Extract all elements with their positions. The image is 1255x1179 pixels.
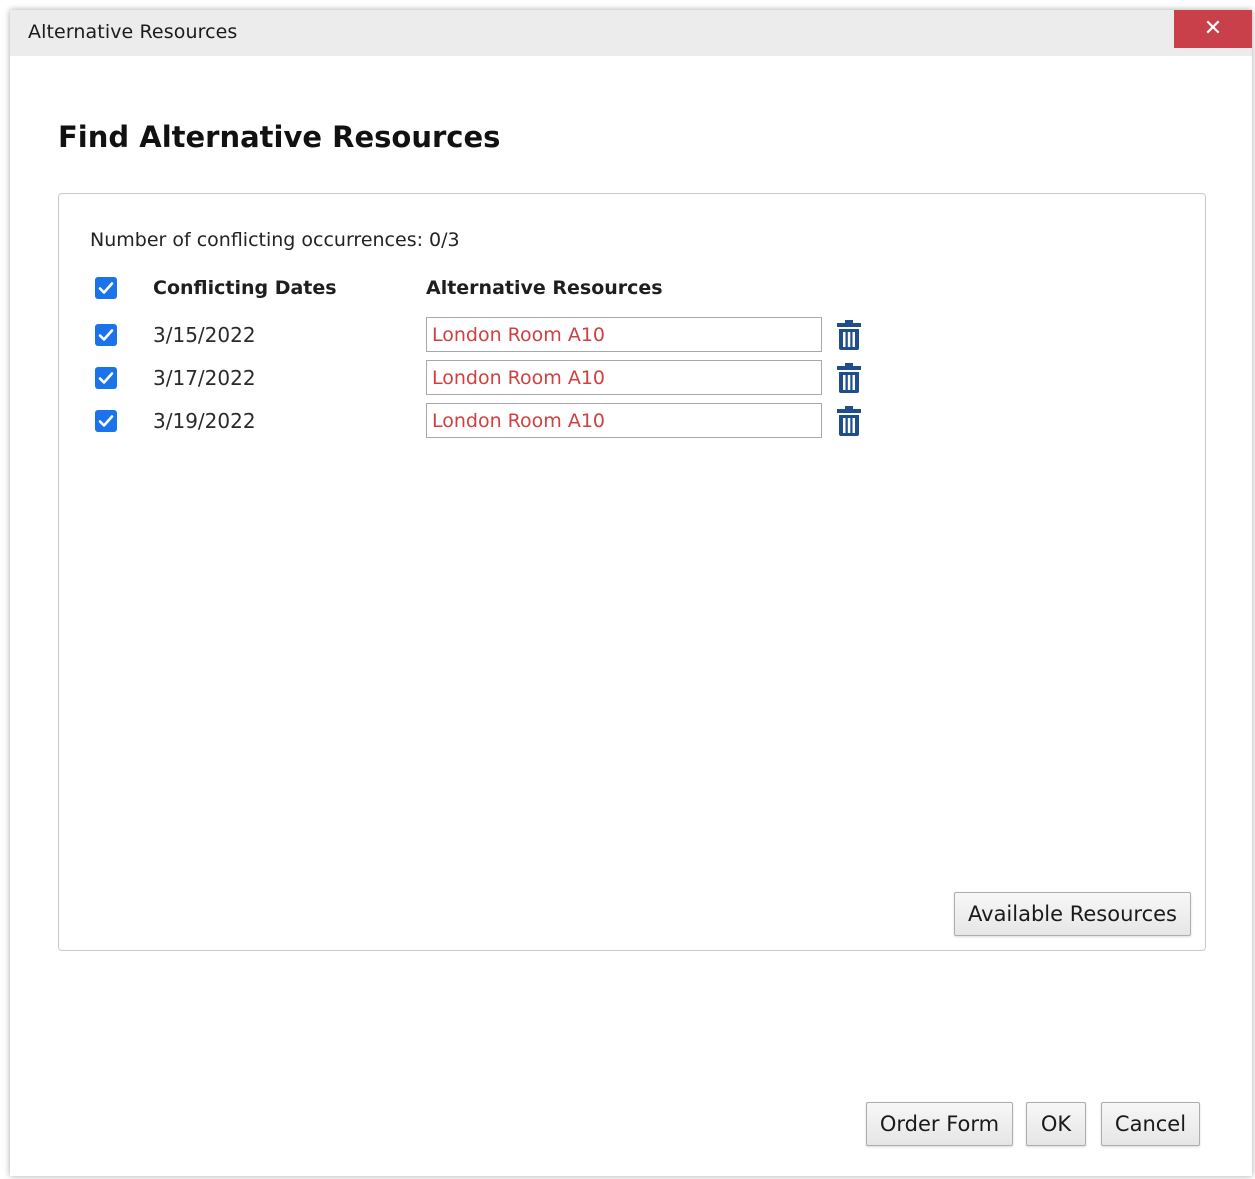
row-checkbox[interactable] (95, 324, 117, 346)
row-checkbox[interactable] (95, 410, 117, 432)
conflict-date: 3/19/2022 (153, 409, 256, 433)
conflict-count: Number of conflicting occurrences: 0/3 (90, 229, 460, 251)
page-title: Find Alternative Resources (58, 120, 501, 154)
dialog-window: Alternative Resources ✕ Find Alternative… (10, 10, 1252, 1176)
cancel-button[interactable]: Cancel (1101, 1102, 1200, 1146)
trash-icon[interactable] (836, 363, 862, 393)
trash-icon[interactable] (836, 406, 862, 436)
available-resources-button[interactable]: Available Resources (954, 892, 1191, 936)
trash-icon[interactable] (836, 320, 862, 350)
close-button[interactable]: ✕ (1174, 10, 1252, 48)
header-alternative-resources: Alternative Resources (426, 277, 663, 299)
ok-button[interactable]: OK (1026, 1102, 1086, 1146)
checkmark-icon (98, 282, 114, 294)
select-all-checkbox[interactable] (95, 277, 117, 299)
conflicts-panel: Number of conflicting occurrences: 0/3 C… (58, 193, 1206, 951)
resource-field[interactable] (426, 317, 822, 352)
resource-field[interactable] (426, 403, 822, 438)
checkmark-icon (98, 415, 114, 427)
order-form-button[interactable]: Order Form (866, 1102, 1013, 1146)
conflict-date: 3/15/2022 (153, 323, 256, 347)
resource-field[interactable] (426, 360, 822, 395)
conflict-date: 3/17/2022 (153, 366, 256, 390)
header-conflicting-dates: Conflicting Dates (153, 277, 337, 299)
close-icon: ✕ (1203, 16, 1223, 41)
title-bar: Alternative Resources ✕ (10, 10, 1252, 56)
window-title: Alternative Resources (28, 21, 238, 43)
checkmark-icon (98, 329, 114, 341)
row-checkbox[interactable] (95, 367, 117, 389)
checkmark-icon (98, 372, 114, 384)
